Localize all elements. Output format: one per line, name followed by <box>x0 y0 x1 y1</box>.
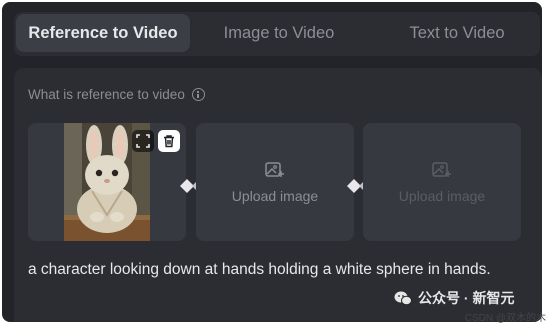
watermark: 公众号 · 新智元 <box>394 288 514 308</box>
reference-image-slot[interactable] <box>28 123 186 241</box>
upload-image-label: Upload image <box>231 188 319 204</box>
reference-panel: What is reference to video Upload image … <box>14 68 542 322</box>
section-label: What is reference to video <box>28 87 205 102</box>
mode-tabs: Reference to Video Image to Video Text t… <box>14 12 540 56</box>
tab-text-to-video[interactable]: Text to Video <box>382 14 532 52</box>
trash-icon[interactable] <box>158 130 180 152</box>
wechat-icon <box>394 291 412 305</box>
watermark-text: 公众号 · 新智元 <box>418 290 515 306</box>
credit-text: CSDN @双木的木 <box>464 313 546 324</box>
info-icon[interactable] <box>191 88 205 101</box>
crop-icon[interactable] <box>132 130 154 152</box>
upload-image-label: Upload image <box>398 188 486 204</box>
section-label-text: What is reference to video <box>28 87 185 102</box>
tab-reference-to-video[interactable]: Reference to Video <box>16 14 190 52</box>
add-image-icon <box>265 162 284 177</box>
prompt-text[interactable]: a character looking down at hands holdin… <box>28 258 518 281</box>
reference-to-video-panel: Reference to Video Image to Video Text t… <box>2 2 542 322</box>
upload-image-slot-2[interactable]: Upload image <box>196 123 354 241</box>
add-image-icon <box>432 162 451 177</box>
tab-image-to-video[interactable]: Image to Video <box>204 14 354 52</box>
upload-image-slot-3[interactable]: Upload image <box>363 123 521 241</box>
